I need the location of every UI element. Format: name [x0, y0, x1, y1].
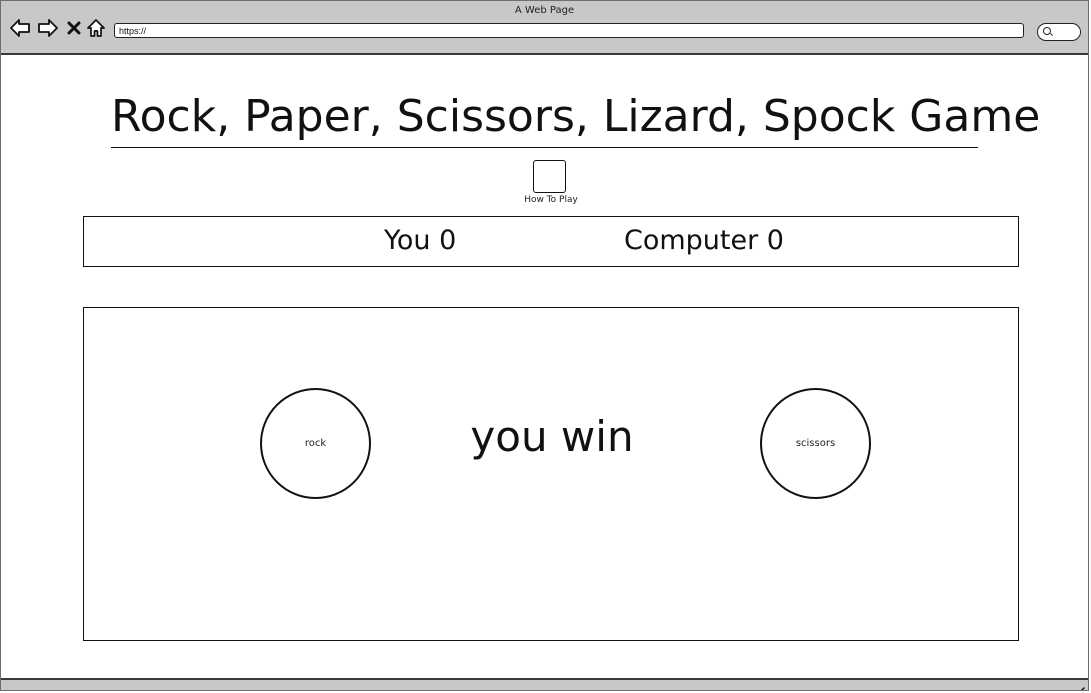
search-icon: [1043, 27, 1051, 35]
scoreboard: You 0 Computer 0: [83, 216, 1019, 267]
computer-choice-label: scissors: [795, 438, 836, 449]
resize-grip-icon[interactable]: [1073, 682, 1085, 690]
search-button[interactable]: [1037, 23, 1081, 41]
player-choice-label: rock: [304, 438, 327, 449]
home-icon[interactable]: [85, 17, 107, 39]
player-score: You 0: [384, 225, 457, 256]
page-title: Rock, Paper, Scissors, Lizard, Spock Gam…: [111, 91, 1040, 148]
browser-window: A Web Page Rock, Paper, Scissors, Liz: [0, 0, 1089, 691]
player-choice: rock: [260, 388, 371, 499]
browser-toolbar: A Web Page: [1, 1, 1088, 55]
forward-arrow-icon[interactable]: [37, 17, 59, 39]
computer-score: Computer 0: [624, 225, 784, 256]
game-area: rock you win scissors: [83, 307, 1019, 641]
computer-choice: scissors: [760, 388, 871, 499]
how-to-play-label[interactable]: How To Play: [501, 195, 601, 205]
address-bar[interactable]: [114, 23, 1024, 38]
close-icon[interactable]: [63, 17, 85, 39]
back-arrow-icon[interactable]: [9, 17, 31, 39]
window-title: A Web Page: [514, 5, 575, 16]
result-text: you win: [470, 412, 634, 461]
how-to-play-button[interactable]: [533, 160, 566, 193]
status-bar: [1, 678, 1088, 690]
